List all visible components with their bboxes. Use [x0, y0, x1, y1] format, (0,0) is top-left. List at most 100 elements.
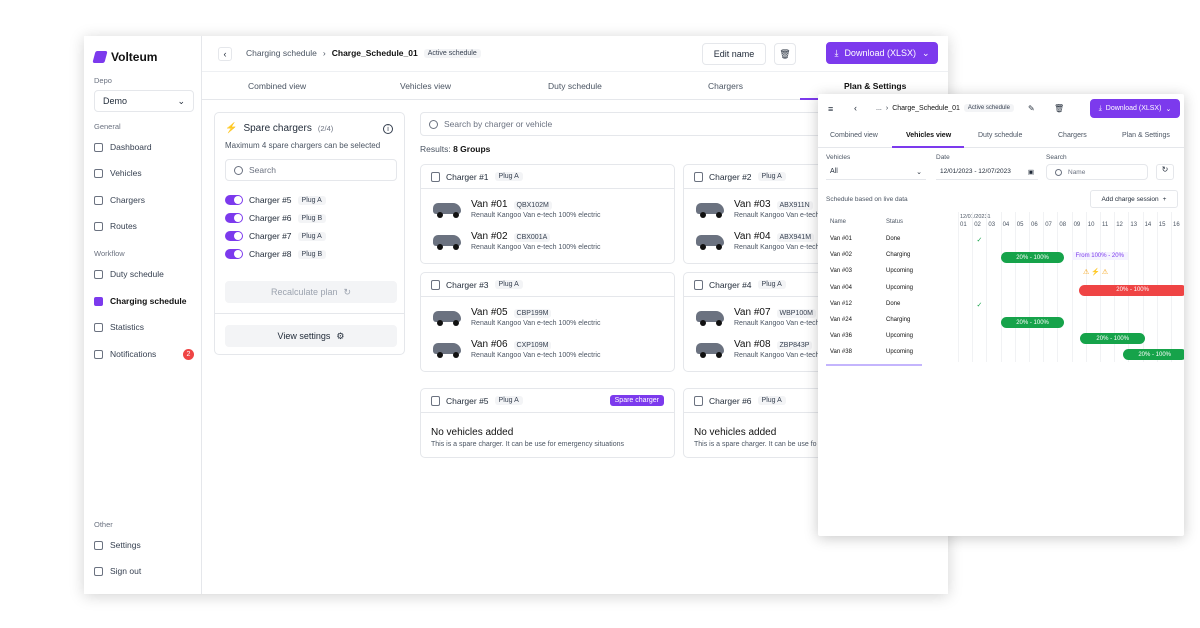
row-vehicle-name[interactable]: Van #24	[830, 317, 852, 323]
nav-chargers[interactable]: Chargers	[94, 191, 194, 209]
back-button[interactable]: ‹	[218, 47, 232, 61]
edit-name-button[interactable]: Edit name	[702, 43, 766, 65]
tab-plan-settings[interactable]: Plan & Settings	[844, 81, 906, 91]
row-vehicle-name[interactable]: Van #38	[830, 349, 852, 355]
row-vehicle-name[interactable]: Van #04	[830, 285, 852, 291]
row-vehicle-name[interactable]: Van #02	[830, 252, 852, 258]
charge-bar[interactable]: 20% - 100%	[1122, 349, 1184, 361]
row-vehicle-name[interactable]: Van #36	[830, 333, 852, 339]
calendar-icon	[94, 269, 103, 279]
spare-chargers-panel: ⚡ Spare chargers (2/4) i Maximum 4 spare c…	[214, 112, 405, 355]
tab-duty-schedule[interactable]: Duty schedule	[548, 81, 602, 91]
nav-dashboard[interactable]: Dashboard	[94, 138, 194, 156]
nav-routes[interactable]: Routes	[94, 217, 194, 235]
vehicle-row[interactable]: Van #07 WBP100M Renault Kangoo Van e-tech	[694, 307, 820, 327]
depot-select[interactable]: Demo ⌄	[94, 90, 194, 112]
download-button[interactable]: ⤓ Download (XLSX) ⌄	[826, 42, 938, 64]
toggle-switch[interactable]	[225, 231, 243, 241]
download-button[interactable]: ⤓ Download (XLSX) ⌄	[1090, 99, 1180, 118]
van-icon	[694, 232, 726, 250]
vehicle-row[interactable]: Van #04 ABX941M Renault Kangoo Van e-tech	[694, 231, 820, 251]
menu-icon[interactable]: ≡	[828, 104, 833, 114]
nav-sign-out[interactable]: Sign out	[94, 562, 194, 580]
van-icon	[431, 340, 463, 358]
charger-card-1: Charger #1 Plug A Van #01 QBX102M Renault K…	[420, 164, 675, 264]
vehicle-row[interactable]: Van #01 QBX102M Renault Kangoo Van e-tech …	[431, 199, 600, 219]
toggle-switch[interactable]	[225, 249, 243, 259]
popup-search-input[interactable]: Name	[1046, 164, 1148, 180]
col-name-header: Name	[830, 219, 847, 225]
spare-toggle-charger-5[interactable]: Charger #5 Plug A	[225, 195, 326, 205]
tab-plan-settings[interactable]: Plan & Settings	[1122, 132, 1170, 139]
tab-vehicles-view[interactable]: Vehicles view	[400, 81, 451, 91]
view-settings-button[interactable]: View settings ⚙	[225, 325, 397, 347]
charge-bar[interactable]: 20% - 100%	[1000, 317, 1065, 328]
nav-charging-schedule[interactable]: Charging schedule	[94, 292, 194, 310]
charge-bar-alert[interactable]: 20% - 100%	[1078, 284, 1184, 296]
trash-icon[interactable]: 🗑	[1054, 104, 1064, 113]
spare-toggle-charger-6[interactable]: Charger #6 Plug B	[225, 213, 327, 223]
refresh-button[interactable]: ↻	[1156, 164, 1174, 180]
grid-line	[1043, 212, 1045, 362]
charge-bar[interactable]: 20% - 100%	[1080, 333, 1146, 345]
hour-label: 16	[1173, 222, 1180, 228]
back-button[interactable]: ‹	[854, 103, 857, 113]
grid-line	[972, 212, 974, 362]
tab-vehicles-view[interactable]: Vehicles view	[906, 132, 951, 139]
toggle-switch[interactable]	[225, 213, 243, 223]
scrollbar[interactable]	[826, 364, 922, 366]
row-status: Upcoming	[886, 349, 914, 356]
row-vehicle-name[interactable]: Van #03	[830, 268, 852, 274]
tab-duty-schedule[interactable]: Duty schedule	[978, 132, 1022, 139]
nav-settings[interactable]: Settings	[94, 536, 194, 554]
row-status: Charging	[886, 252, 911, 259]
grid-line	[1057, 212, 1059, 362]
recalculate-plan-button[interactable]: Recalculate plan ↻	[225, 281, 397, 303]
hour-label: 02	[974, 222, 981, 228]
route-icon	[94, 221, 103, 231]
row-vehicle-name[interactable]: Van #12	[830, 301, 852, 307]
col-status-header: Status	[886, 219, 904, 225]
spare-charger-badge: Spare charger	[609, 395, 664, 406]
hour-label: 12	[1116, 222, 1123, 228]
tab-chargers[interactable]: Chargers	[1058, 132, 1087, 139]
add-charge-session-button[interactable]: Add charge session +	[1090, 190, 1178, 208]
edit-icon[interactable]: ✎	[1028, 104, 1035, 113]
nav-statistics[interactable]: Statistics	[94, 318, 194, 336]
charge-bar[interactable]: 20% - 100%	[1000, 252, 1065, 264]
chevron-right-icon: ›	[322, 48, 326, 58]
vehicles-select[interactable]: All ⌄	[826, 164, 926, 180]
date-range-input[interactable]: 12/01/2023 - 12/07/2023 ▣	[936, 164, 1038, 180]
van-icon	[431, 232, 463, 250]
nav-vehicles[interactable]: Vehicles	[94, 164, 194, 182]
tab-chargers[interactable]: Chargers	[708, 81, 743, 91]
tab-combined-view[interactable]: Combined view	[248, 81, 306, 91]
chevron-down-icon: ⌄	[177, 95, 185, 106]
vehicle-row[interactable]: Van #03 ABX911N Renault Kangoo Van e-tech	[694, 199, 820, 219]
schedule-table: Name Status Van #01 Done Van #02 Charging Va…	[826, 216, 952, 368]
vehicle-row[interactable]: Van #08 ZBP843P Renault Kangoo Van e-tech	[694, 339, 820, 359]
vehicle-row[interactable]: Van #05 CBP199M Renault Kangoo Van e-tech …	[431, 307, 600, 327]
nav-notifications[interactable]: Notifications 2	[94, 345, 194, 363]
row-status: Upcoming	[886, 284, 914, 291]
delete-button[interactable]: 🗑	[774, 43, 796, 65]
nav-duty-schedule[interactable]: Duty schedule	[94, 265, 194, 283]
vehicle-row[interactable]: Van #02 CBX001A Renault Kangoo Van e-tech …	[431, 231, 600, 251]
row-vehicle-name[interactable]: Van #01	[830, 236, 852, 242]
notifications-badge: 2	[183, 348, 194, 360]
hour-label: 11	[1102, 222, 1109, 228]
search-icon	[1055, 168, 1062, 176]
charger-vehicle-search-input[interactable]: Search by charger or vehicle	[420, 112, 840, 136]
planned-session-label[interactable]: From 100% - 20%	[1071, 252, 1128, 261]
toggle-switch[interactable]	[225, 195, 243, 205]
download-icon: ⤓	[1098, 104, 1102, 112]
spare-toggle-charger-7[interactable]: Charger #7 Plug A	[225, 231, 326, 241]
vehicle-row[interactable]: Van #06 CXP109M Renault Kangoo Van e-tech …	[431, 339, 600, 359]
spare-search-input[interactable]: Search	[225, 159, 397, 181]
sign-out-icon	[94, 566, 103, 576]
brand[interactable]: Volteum	[92, 50, 157, 64]
spare-toggle-charger-8[interactable]: Charger #8 Plug B	[225, 249, 327, 259]
charger-card-3: Charger #3 Plug A Van #05 CBP199M Renault K…	[420, 272, 675, 372]
tab-combined-view[interactable]: Combined view	[830, 132, 878, 139]
info-icon[interactable]: i	[383, 124, 393, 134]
